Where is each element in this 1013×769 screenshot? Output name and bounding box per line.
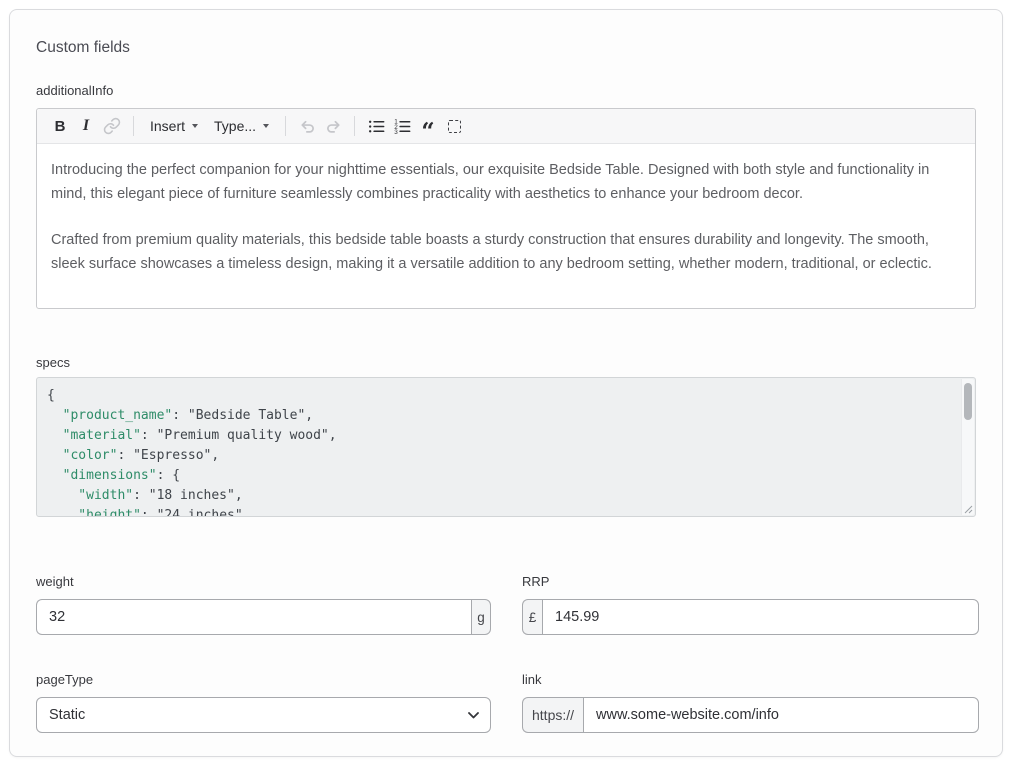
blockquote-button[interactable]: “ xyxy=(415,113,441,139)
chevron-down-icon xyxy=(192,124,198,128)
editor-paragraph: Crafted from premium quality materials, … xyxy=(51,228,961,276)
specs-code-editor[interactable]: { "product_name": "Bedside Table", "mate… xyxy=(36,377,976,517)
insert-dropdown-label: Insert xyxy=(150,118,185,134)
editor-toolbar: B I Insert Type... xyxy=(37,109,975,144)
dashed-box-icon xyxy=(448,120,461,133)
link-label: link xyxy=(522,672,979,687)
weight-field: weight g xyxy=(36,574,491,635)
italic-button[interactable]: I xyxy=(73,113,99,139)
link-icon xyxy=(103,117,121,135)
insert-dropdown[interactable]: Insert xyxy=(142,113,206,139)
toolbar-divider xyxy=(133,116,134,136)
bold-button[interactable]: B xyxy=(47,113,73,139)
weight-unit-addon: g xyxy=(471,599,491,635)
undo-button[interactable] xyxy=(294,113,320,139)
toolbar-divider xyxy=(285,116,286,136)
editor-content[interactable]: Introducing the perfect companion for yo… xyxy=(37,144,975,308)
currency-addon: £ xyxy=(522,599,542,635)
page-type-label: pageType xyxy=(36,672,491,687)
page-type-select[interactable]: Static xyxy=(36,697,491,733)
rrp-label: RRP xyxy=(522,574,979,589)
dashed-box-button[interactable] xyxy=(441,113,467,139)
scrollbar-thumb[interactable] xyxy=(964,383,972,420)
specs-scrollbar[interactable] xyxy=(961,379,974,515)
type-dropdown[interactable]: Type... xyxy=(206,113,277,139)
rich-text-editor: B I Insert Type... xyxy=(36,108,976,309)
weight-input[interactable] xyxy=(36,599,471,635)
rrp-input[interactable] xyxy=(542,599,979,635)
specs-label: specs xyxy=(36,355,976,370)
additional-info-label: additionalInfo xyxy=(36,83,976,98)
redo-icon xyxy=(324,117,343,136)
code-line: "width": "18 inches", xyxy=(47,486,951,506)
custom-fields-panel: Custom fields additionalInfo B I Insert … xyxy=(9,9,1003,757)
undo-icon xyxy=(298,117,317,136)
link-field: link https:// xyxy=(522,672,979,733)
code-line: { xyxy=(47,386,951,406)
chevron-down-icon xyxy=(263,124,269,128)
type-dropdown-label: Type... xyxy=(214,118,256,134)
code-line: "material": "Premium quality wood", xyxy=(47,426,951,446)
redo-button[interactable] xyxy=(320,113,346,139)
numbered-list-icon: 1 2 3 xyxy=(393,117,412,136)
toolbar-divider xyxy=(354,116,355,136)
blockquote-icon: “ xyxy=(421,127,434,137)
panel-title: Custom fields xyxy=(36,39,976,57)
link-button[interactable] xyxy=(99,113,125,139)
weight-label: weight xyxy=(36,574,491,589)
numbered-list-button[interactable]: 1 2 3 xyxy=(389,113,415,139)
protocol-addon: https:// xyxy=(522,697,583,733)
code-line: "dimensions": { xyxy=(47,466,951,486)
code-line: "color": "Espresso", xyxy=(47,446,951,466)
link-input[interactable] xyxy=(583,697,979,733)
page-type-field: pageType Static xyxy=(36,672,491,733)
editor-paragraph: Introducing the perfect companion for yo… xyxy=(51,158,961,206)
resize-handle[interactable] xyxy=(963,504,973,514)
bullet-list-button[interactable] xyxy=(363,113,389,139)
svg-text:3: 3 xyxy=(394,129,398,136)
code-line: "height": "24 inches", xyxy=(47,506,951,517)
code-line: "product_name": "Bedside Table", xyxy=(47,406,951,426)
bullet-list-icon xyxy=(367,117,386,136)
rrp-field: RRP £ xyxy=(522,574,979,635)
